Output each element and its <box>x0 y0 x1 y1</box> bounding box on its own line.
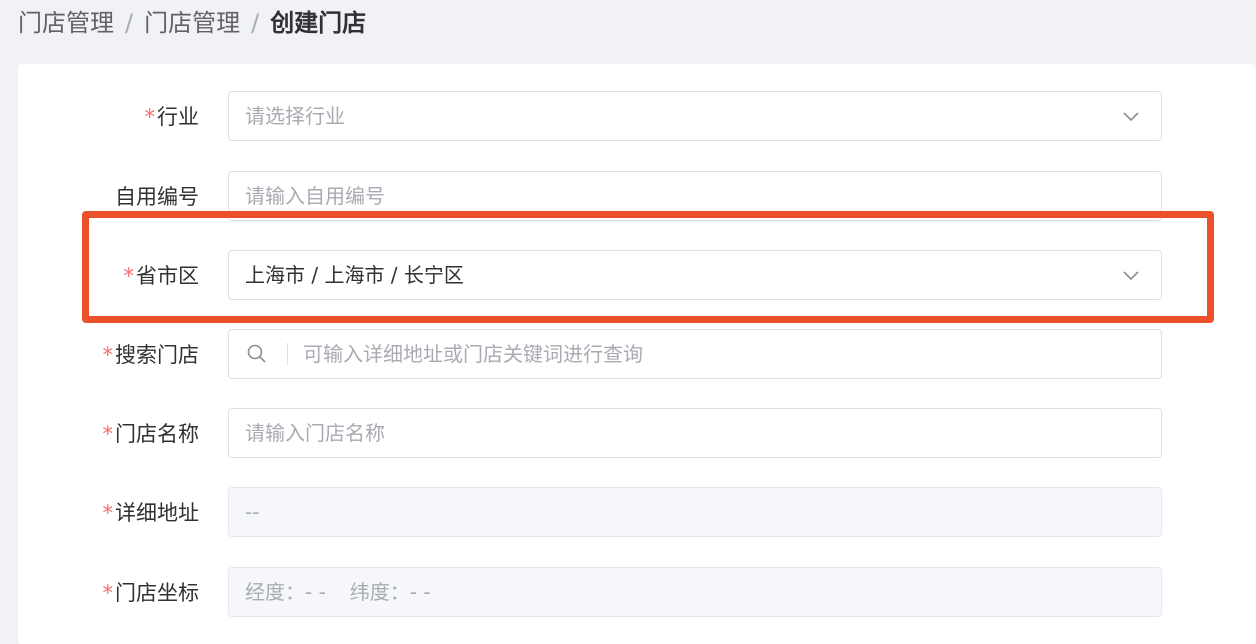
form-row-search-store: *搜索门店 可输入详细地址或门店关键词进行查询 <box>18 329 1256 381</box>
form-row-industry: *行业 请选择行业 <box>18 91 1256 143</box>
breadcrumb-separator: / <box>125 9 134 37</box>
breadcrumb-separator: / <box>251 9 260 37</box>
region-label: *省市区 <box>123 264 200 288</box>
required-mark: * <box>102 343 114 367</box>
chevron-down-icon <box>1123 112 1139 122</box>
address-value: -- <box>245 500 260 524</box>
search-store-label: *搜索门店 <box>102 343 200 367</box>
form-card: *行业 请选择行业 自用编号 请输入自用编号 *省市区 上海市 / 上海市 / … <box>18 64 1256 644</box>
form-row-coordinates: *门店坐标 经度：- - 纬度：- - <box>18 567 1256 619</box>
required-mark: * <box>102 581 114 605</box>
address-label: *详细地址 <box>102 501 200 525</box>
breadcrumb-store-management[interactable]: 门店管理 <box>18 9 114 37</box>
search-store-input[interactable]: 可输入详细地址或门店关键词进行查询 <box>228 329 1162 379</box>
industry-select[interactable]: 请选择行业 <box>228 91 1162 141</box>
custom-code-label: 自用编号 <box>115 185 199 209</box>
required-mark: * <box>102 422 114 446</box>
search-icon <box>247 344 266 363</box>
custom-code-input[interactable]: 请输入自用编号 <box>228 171 1162 221</box>
required-mark: * <box>144 105 156 129</box>
search-store-placeholder: 可输入详细地址或门店关键词进行查询 <box>303 342 643 366</box>
coordinates-label: *门店坐标 <box>102 581 200 605</box>
form-row-region: *省市区 上海市 / 上海市 / 长宁区 <box>18 250 1256 302</box>
store-name-placeholder: 请输入门店名称 <box>245 421 385 445</box>
longitude-text: 经度：- - <box>245 580 326 604</box>
latitude-text: 纬度：- - <box>349 580 431 604</box>
breadcrumb: 门店管理 / 门店管理 / 创建门店 <box>18 6 366 40</box>
coordinates-display: 经度：- - 纬度：- - <box>228 567 1162 617</box>
form-row-custom-code: 自用编号 请输入自用编号 <box>18 171 1256 223</box>
form-row-store-name: *门店名称 请输入门店名称 <box>18 408 1256 460</box>
region-value: 上海市 / 上海市 / 长宁区 <box>245 263 464 287</box>
required-mark: * <box>102 501 114 525</box>
chevron-down-icon <box>1123 271 1139 281</box>
breadcrumb-store-management-sub[interactable]: 门店管理 <box>144 9 240 37</box>
form-row-address: *详细地址 -- <box>18 487 1256 539</box>
coordinates-text: 经度：- - 纬度：- - <box>245 568 431 616</box>
industry-placeholder: 请选择行业 <box>245 104 345 128</box>
region-cascader[interactable]: 上海市 / 上海市 / 长宁区 <box>228 250 1162 300</box>
custom-code-placeholder: 请输入自用编号 <box>245 184 385 208</box>
search-divider <box>287 343 288 365</box>
store-name-input[interactable]: 请输入门店名称 <box>228 408 1162 458</box>
breadcrumb-current: 创建门店 <box>270 9 367 37</box>
industry-label: *行业 <box>144 105 200 129</box>
store-name-label: *门店名称 <box>102 422 200 446</box>
address-input: -- <box>228 487 1162 537</box>
required-mark: * <box>123 264 135 288</box>
